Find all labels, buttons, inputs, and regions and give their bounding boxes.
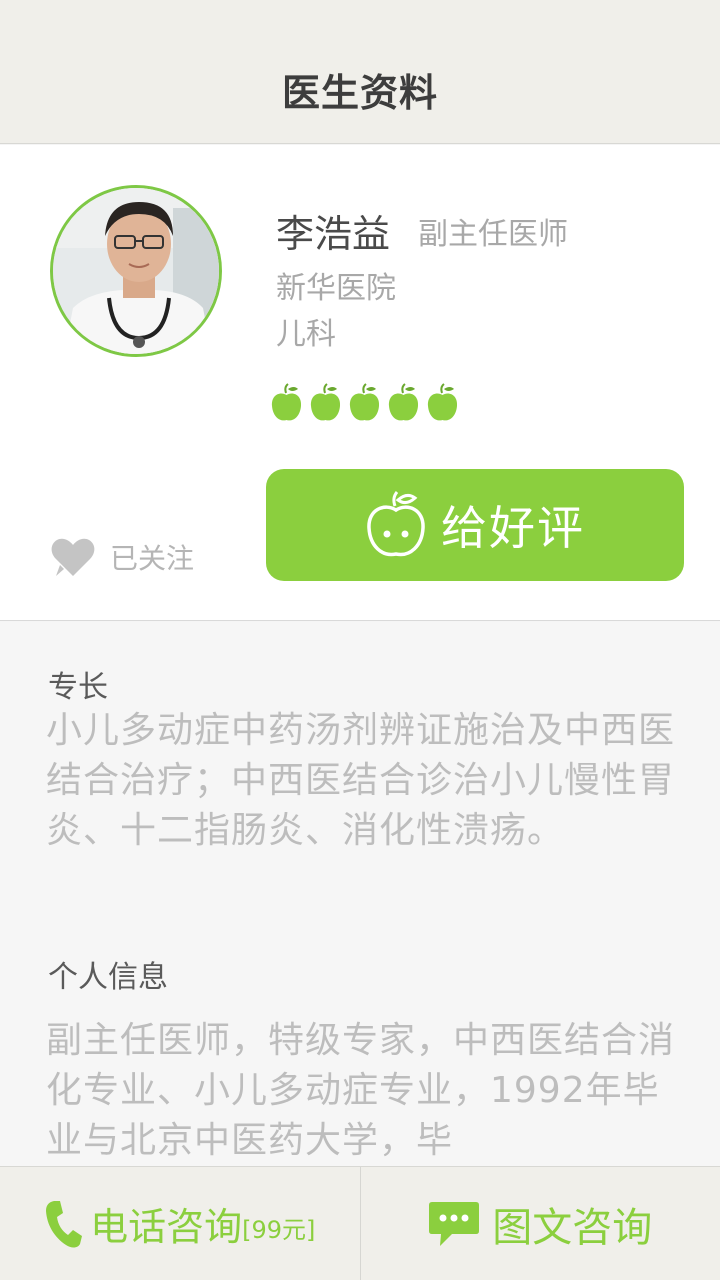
rating-apples <box>270 383 459 423</box>
phone-consult-price: [99元] <box>242 1216 316 1244</box>
doctor-photo <box>53 188 219 354</box>
doctor-profile-card: 李浩益 副主任医师 新华医院 儿科 已关注 给好评 <box>0 145 720 621</box>
personal-info-heading: 个人信息 <box>48 960 168 995</box>
doctor-details[interactable]: 专长 小儿多动症中药汤剂辨证施治及中西医结合治疗；中西医结合诊治小儿慢性胃炎、十… <box>0 622 720 1166</box>
doctor-department: 儿科 <box>276 317 336 352</box>
good-review-label: 给好评 <box>441 501 585 555</box>
apple-rating-icon <box>310 383 341 421</box>
phone-consult-label: 电话咨询 <box>90 1205 243 1249</box>
bottom-action-bar: 电话咨询 [99元] 图文咨询 <box>0 1166 720 1280</box>
personal-info-text: 副主任医师，特级专家，中西医结合消化专业、小儿多动症专业，1992年毕业与北京中… <box>46 1020 676 1161</box>
apple-rating-icon <box>388 383 419 421</box>
follow-label: 已关注 <box>110 542 195 575</box>
page-title: 医生资料 <box>281 71 438 115</box>
follow-toggle[interactable]: 已关注 <box>50 537 194 577</box>
doctor-hospital: 新华医院 <box>276 271 396 306</box>
doctor-name: 李浩益 <box>276 212 391 256</box>
apple-rating-icon <box>427 383 458 421</box>
top-header: 医生资料 <box>0 0 720 144</box>
good-review-button[interactable]: 给好评 <box>266 469 684 581</box>
apple-rating-icon <box>349 383 380 421</box>
text-consult-label: 图文咨询 <box>492 1204 653 1251</box>
doctor-avatar <box>50 185 222 357</box>
doctor-title: 副主任医师 <box>418 217 568 252</box>
phone-consult-button[interactable]: 电话咨询 [99元] <box>0 1167 360 1280</box>
apple-face-icon <box>367 491 425 557</box>
text-consult-button[interactable]: 图文咨询 <box>361 1167 720 1280</box>
heart-icon <box>51 538 95 576</box>
phone-icon <box>46 1200 83 1248</box>
chat-bubble-icon <box>429 1201 480 1246</box>
specialty-text: 小儿多动症中药汤剂辨证施治及中西医结合治疗；中西医结合诊治小儿慢性胃炎、十二指肠… <box>46 710 676 851</box>
apple-rating-icon <box>271 383 302 421</box>
specialty-heading: 专长 <box>48 670 108 705</box>
